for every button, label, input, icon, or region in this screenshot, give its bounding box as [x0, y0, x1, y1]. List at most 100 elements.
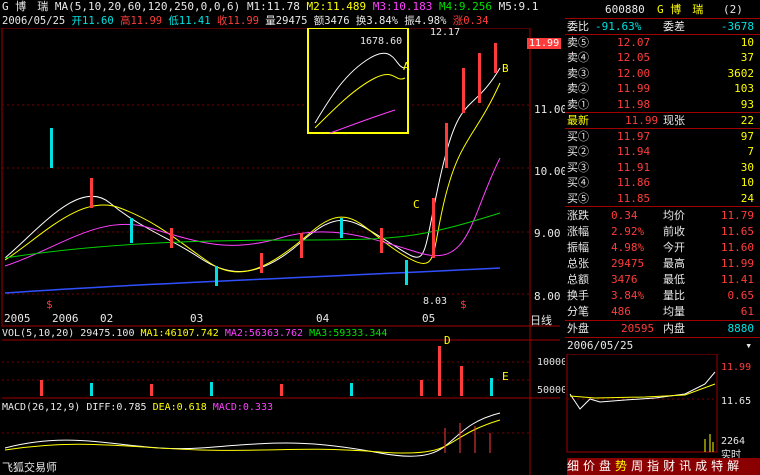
stat-row[interactable]: 振幅 4.98% 今开 11.60 [565, 240, 758, 255]
bid-volume: 7 [747, 145, 754, 159]
ask-price: 11.98 [617, 97, 651, 111]
stock-code: 600880 [605, 3, 645, 16]
price-axis-11: 11.00 [534, 103, 568, 116]
tab-4[interactable]: 周 [631, 459, 643, 473]
stat-value: 11.41 [720, 273, 754, 286]
stat-value: 11.99 [720, 257, 754, 270]
header-volume: 量29475 [265, 15, 308, 27]
stat-value: 11.65 [720, 225, 754, 238]
bid-label: 买④ [567, 176, 589, 190]
tab-10[interactable]: 解 [727, 459, 739, 473]
stat-value: 3.84% [611, 289, 645, 302]
last-label: 最新 [567, 114, 589, 127]
vol-label: VOL(5,10,20) [2, 328, 75, 339]
x-label-05: 05 [422, 312, 436, 325]
vol-ma2: MA2:56363.762 [224, 328, 304, 339]
quote-stock-name: G 博 瑞 [657, 3, 704, 16]
annotation-d: D [444, 334, 451, 347]
current-price-tag: 11.99 [527, 38, 562, 49]
ma3-line [4, 157, 501, 267]
ma4-value: M4:9.256 [439, 0, 492, 13]
header-low: 低11.41 [168, 15, 211, 27]
quote-title: 600880 G 博 瑞 (2) [565, 2, 758, 17]
tab-6[interactable]: 财 [663, 459, 675, 473]
tab-9[interactable]: 特 [711, 459, 723, 473]
macd-header: MACD(26,12,9) DIFF:0.785 DEA:0.618 MACD:… [2, 401, 273, 415]
stat-value: 0.65 [727, 289, 755, 302]
now-label: 现张 [663, 114, 685, 127]
period-button[interactable]: 日线 [530, 312, 552, 328]
price-grid [2, 104, 530, 434]
ask-label: 卖③ [567, 66, 589, 80]
ask-row[interactable]: 卖② 11.99 103 [565, 81, 758, 96]
ma1-line [4, 67, 501, 272]
bid-label: 买③ [567, 160, 589, 174]
stat-row[interactable]: 总额 3476 最低 11.41 [565, 272, 758, 287]
bid-label: 买① [567, 130, 589, 143]
ma1-value: M1:11.78 [246, 0, 300, 13]
x-label-2006: 2006 [52, 312, 79, 325]
ma-label: MA(5,10,20,60,120,250,0,0,6) [54, 0, 241, 13]
tab-0[interactable]: 细 [567, 459, 579, 473]
stat-label: 涨跌 [567, 209, 589, 222]
inner-value: 8880 [727, 322, 755, 335]
tab-1[interactable]: 价 [583, 459, 595, 473]
bid-row[interactable]: 买② 11.94 7 [565, 144, 758, 159]
bid-row[interactable]: 买③ 11.91 30 [565, 160, 758, 175]
x-label-02: 02 [100, 312, 114, 325]
volume-bars [40, 346, 493, 396]
high-label: 12.17 [430, 27, 461, 38]
weibi-row: 委比 -91.63% 委差 -3678 [565, 19, 758, 34]
tab-3[interactable]: 势 [615, 459, 627, 473]
ask-row[interactable]: 卖④ 12.05 37 [565, 50, 758, 65]
macd-diff: DIFF:0.785 [86, 402, 147, 413]
stat-label: 换手 [567, 289, 589, 302]
bid-price: 11.85 [617, 191, 651, 205]
ask-volume: 93 [740, 97, 754, 111]
stat-row[interactable]: 涨幅 2.92% 前收 11.65 [565, 224, 758, 239]
bid-row[interactable]: 买① 11.97 97 [565, 129, 758, 144]
bid-price: 11.94 [617, 145, 651, 159]
annotation-b: B [502, 62, 509, 75]
ask-row[interactable]: 卖⑤ 12.07 10 [565, 35, 758, 50]
tab-7[interactable]: 讯 [679, 459, 691, 473]
bid-volume: 24 [740, 191, 754, 205]
header-turnover: 换3.84% [355, 15, 398, 27]
stat-row[interactable]: 总张 29475 最高 11.99 [565, 256, 758, 271]
macd-value: MACD:0.333 [212, 402, 273, 413]
stat-label: 最低 [663, 273, 685, 286]
header-change: 涨0.34 [452, 15, 489, 27]
tab-8[interactable]: 成 [695, 459, 707, 473]
tab-5[interactable]: 指 [647, 459, 659, 473]
ask-row[interactable]: 卖① 11.98 93 [565, 97, 758, 112]
low-label: 8.03 [423, 296, 448, 307]
bid-row[interactable]: 买④ 11.86 10 [565, 175, 758, 190]
stat-value: 3476 [611, 273, 638, 286]
vol-axis-100000: 100000 [537, 357, 565, 368]
mini-date: 2006/05/25 [567, 339, 634, 352]
candles [50, 43, 497, 286]
stat-row[interactable]: 换手 3.84% 量比 0.65 [565, 288, 758, 303]
stock-name: G 博 瑞 [2, 0, 49, 13]
stat-label: 最高 [663, 257, 685, 270]
weicha-value: -3678 [720, 20, 754, 33]
bottom-tabs: 细价盘势周指财讯成特解 [567, 458, 760, 475]
ask-row[interactable]: 卖③ 12.00 3602 [565, 66, 758, 81]
ma5-line [4, 267, 501, 294]
stat-value: 2.92% [611, 225, 645, 238]
stat-value: 0.34 [611, 209, 638, 222]
mini-expand-icon[interactable]: ▾ [745, 338, 752, 353]
stat-row[interactable]: 分笔 486 均量 61 [565, 304, 758, 319]
bid-price: 11.86 [617, 176, 651, 190]
x-label-03: 03 [190, 312, 204, 325]
stat-row[interactable]: 涨跌 0.34 均价 11.79 [565, 208, 758, 223]
bid-row[interactable]: 买⑤ 11.85 24 [565, 191, 758, 206]
ma2-value: M2:11.489 [306, 0, 367, 13]
tab-2[interactable]: 盘 [599, 459, 611, 473]
price-axis-9: 9.00 [534, 227, 561, 240]
now-value: 22 [740, 114, 754, 127]
stat-label: 分笔 [567, 305, 589, 318]
stat-label: 振幅 [567, 241, 589, 254]
bid-price: 11.97 [617, 130, 651, 143]
weibi-value: -91.63% [595, 20, 642, 33]
